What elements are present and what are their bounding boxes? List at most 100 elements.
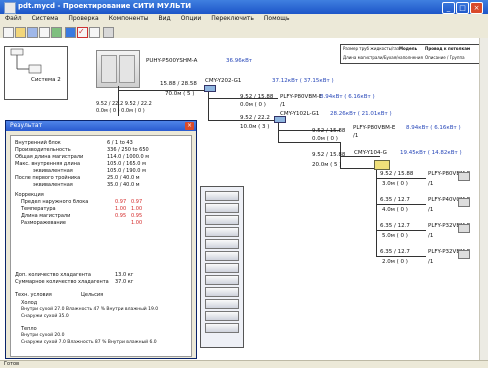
pipe-line [376, 204, 426, 205]
unit2-model: PLFY-P80VBM-E [353, 125, 396, 131]
result-value: 105.0 / 165.0 м [107, 161, 146, 167]
palette-item[interactable] [205, 227, 239, 237]
menu-check[interactable]: Проверка [63, 14, 103, 23]
indoor-unit-icon[interactable] [458, 224, 470, 233]
menu-file[interactable]: Файл [0, 14, 27, 23]
refrigerant-total-label: Суммарное количество хладагента [15, 279, 109, 285]
heating-conditions: Снаружи сухой 7.0 Влажность 87 % Внутри … [21, 340, 157, 345]
dialog-title: Результат [10, 122, 43, 129]
correction-value: 0.95 [131, 213, 143, 219]
minimize-button[interactable]: _ [442, 2, 455, 14]
unit1-capacity: 8.94кВт ( 6.16кВт ) [320, 94, 375, 100]
branch-unit-index: /1 [428, 181, 434, 187]
zoom-icon[interactable] [103, 27, 114, 38]
palette-item[interactable] [205, 323, 239, 333]
joint1-capacity: 37.12кВт ( 37.15кВт ) [272, 78, 334, 84]
branch-pipe-size: 6.35 / 12.7 [380, 223, 410, 229]
palette-item[interactable] [205, 263, 239, 273]
menu-switch[interactable]: Переключить [206, 14, 259, 23]
branch-pipe-size: 6.35 / 12.7 [380, 197, 410, 203]
menu-system[interactable]: Система [27, 14, 64, 23]
result-label: Производительность [15, 147, 71, 153]
joint3-model: CMY-Y104-G [354, 150, 387, 156]
open-folder-icon[interactable] [15, 27, 26, 38]
app-icon [4, 2, 16, 14]
unit1-index: /1 [280, 102, 286, 108]
menu-components[interactable]: Компоненты [104, 14, 154, 23]
palette-item[interactable] [205, 299, 239, 309]
pipe-line [340, 156, 380, 157]
correction-label: Предел наружного блока [21, 199, 89, 205]
refrigerant-add-value: 13.0 кг [115, 272, 134, 278]
result-value: 114.0 / 1000.0 м [107, 154, 150, 160]
palette-item[interactable] [205, 287, 239, 297]
branch3-length: 0.0м ( 0 ) [312, 136, 338, 142]
heating-indoor: Внутри сухой 20.0 [21, 333, 65, 338]
joint-icon[interactable] [204, 85, 216, 92]
header-length: Длина магистрали/Бухая/наполнения [343, 55, 423, 60]
joint-icon[interactable] [274, 116, 286, 123]
result-value: 25.0 / 40.0 м [107, 175, 140, 181]
branch-length: 2.0м ( 0 ) [382, 259, 408, 265]
correction-heading: Коррекция [15, 192, 44, 198]
result-label: Общая длина магистрали [15, 154, 84, 160]
correction-value: 1.00 [115, 206, 127, 212]
joint3-capacity: 19.45кВт ( 14.82кВт ) [400, 150, 462, 156]
heating-label: Тепло [21, 326, 37, 332]
pipe-line [278, 142, 340, 143]
unit2-capacity: 8.94кВт ( 6.16кВт ) [406, 125, 461, 131]
correction-label: Температура [21, 206, 56, 212]
print-icon[interactable] [39, 27, 50, 38]
cooling-outdoor: Снаружи сухой 35.0 [21, 314, 69, 319]
result-label: Макс. внутренняя длина [15, 161, 81, 167]
branch-length: 3.0м ( 0 ) [382, 181, 408, 187]
palette-item[interactable] [205, 215, 239, 225]
palette-item[interactable] [205, 191, 239, 201]
vertical-scrollbar[interactable] [479, 38, 488, 360]
grid-icon[interactable] [51, 27, 62, 38]
result-label: эквивалентная [33, 168, 73, 174]
dialog-close-button[interactable]: × [185, 122, 194, 130]
dialog-body: Внутренний блок 6 / 1 to 43 Производител… [10, 135, 192, 357]
conditions-label: Техн. условия [15, 292, 52, 298]
indoor-unit-icon[interactable] [458, 198, 470, 207]
menu-help[interactable]: Помощь [259, 14, 295, 23]
indoor-unit-icon[interactable] [458, 172, 470, 181]
palette-item[interactable] [205, 311, 239, 321]
maximize-button[interactable]: □ [456, 2, 469, 14]
conditions-unit: Цельсия [81, 292, 104, 298]
result-value: 35.0 / 40.0 м [107, 182, 140, 188]
palette-item[interactable] [205, 239, 239, 249]
window-title: pdt.mycd - Проектирование СИТИ МУЛЬТИ [18, 2, 192, 10]
menu-options[interactable]: Опции [176, 14, 207, 23]
refrigerant-add-label: Доп. количество хладагента [15, 272, 91, 278]
branch-pipe-size: 6.35 / 12.7 [380, 249, 410, 255]
correction-value: 0.95 [115, 213, 127, 219]
pipe-line [376, 256, 426, 257]
outdoor-unit-icon[interactable] [96, 50, 140, 88]
arrow-icon[interactable] [89, 27, 100, 38]
palette-item[interactable] [205, 203, 239, 213]
properties-icon[interactable] [65, 27, 76, 38]
result-value: 105.0 / 190.0 м [107, 168, 146, 174]
save-icon[interactable] [27, 27, 38, 38]
menu-view[interactable]: Вид [154, 14, 176, 23]
check-icon[interactable]: ✓ [77, 27, 88, 38]
correction-label: Разморажевание [21, 220, 66, 226]
outdoor-unit-capacity: 36.96кВт [226, 58, 253, 64]
indoor-unit-icon[interactable] [458, 250, 470, 259]
title-bar: pdt.mycd - Проектирование СИТИ МУЛЬТИ _ … [0, 0, 488, 14]
system-tree-label[interactable]: Система 2 [31, 77, 61, 83]
header-joint-icon[interactable] [374, 160, 390, 170]
palette-item[interactable] [205, 275, 239, 285]
result-value: 6 / 1 to 43 [107, 140, 133, 146]
palette-item[interactable] [205, 251, 239, 261]
branch-unit-index: /1 [428, 233, 434, 239]
header-wiring: Провод к потолкам [425, 46, 471, 51]
joint1-model: CMY-Y202-G1 [205, 78, 242, 84]
close-button[interactable]: × [470, 2, 483, 14]
toolbar: ✓ [0, 25, 488, 39]
new-file-icon[interactable] [3, 27, 14, 38]
result-label: После первого тройника [15, 175, 81, 181]
branch2-length: 10.0м ( 3 ) [240, 124, 270, 130]
